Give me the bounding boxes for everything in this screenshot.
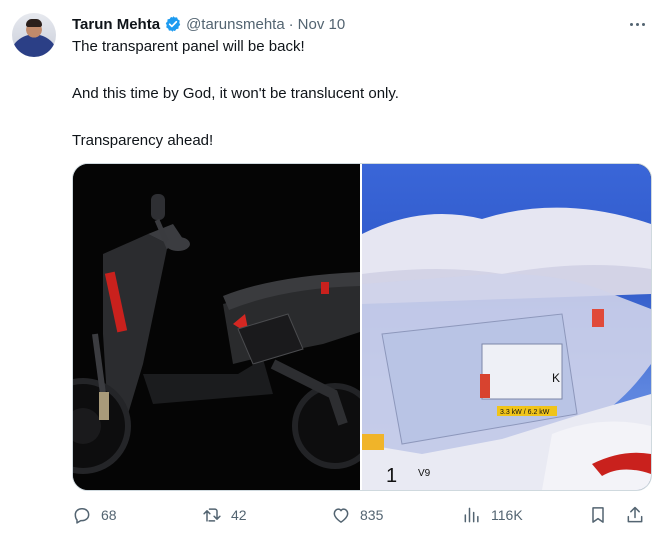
- battery-spec-label: 3.3 kW / 6.2 kW: [500, 409, 550, 416]
- tweet-header: Tarun Mehta @tarunsmehta · Nov 10: [72, 13, 345, 35]
- bookmark-icon: [592, 507, 604, 523]
- like-icon: [333, 508, 349, 523]
- verified-icon: [165, 16, 181, 32]
- action-bar: 68 42 835 116K: [72, 500, 650, 530]
- tweet-paragraph: And this time by God, it won't be transl…: [72, 85, 399, 102]
- tweet-paragraph: The transparent panel will be back!: [72, 38, 305, 55]
- model-label: V9: [418, 468, 431, 479]
- avatar[interactable]: [12, 13, 56, 57]
- tweet-text: The transparent panel will be back! And …: [72, 37, 642, 151]
- repost-count: 42: [231, 507, 247, 523]
- reply-count: 68: [101, 507, 117, 523]
- reply-icon: [74, 508, 90, 524]
- repost-button[interactable]: 42: [202, 500, 247, 530]
- views-count: 116K: [491, 507, 523, 523]
- media-grid: 3.3 kW / 6.2 kW K 1 V9: [72, 163, 652, 491]
- more-icon[interactable]: [625, 14, 649, 34]
- reply-button[interactable]: 68: [72, 500, 117, 530]
- views-icon: [464, 507, 479, 523]
- k-label: K: [552, 371, 560, 385]
- bookmark-button[interactable]: [588, 500, 608, 530]
- share-button[interactable]: [625, 500, 645, 530]
- number-label: 1: [386, 465, 397, 487]
- author-name[interactable]: Tarun Mehta: [72, 16, 160, 33]
- separator: ·: [288, 15, 294, 33]
- scooter-photo[interactable]: [73, 164, 360, 490]
- transparent-panel-photo[interactable]: 3.3 kW / 6.2 kW K 1 V9: [362, 164, 651, 490]
- like-count: 835: [360, 507, 384, 523]
- author-handle[interactable]: @tarunsmehta: [186, 16, 285, 33]
- repost-icon: [203, 508, 221, 522]
- like-button[interactable]: 835: [331, 500, 383, 530]
- tweet-paragraph: Transparency ahead!: [72, 132, 214, 149]
- timestamp[interactable]: Nov 10: [298, 16, 346, 33]
- tweet[interactable]: Tarun Mehta @tarunsmehta · Nov 10 The tr…: [0, 0, 667, 540]
- views-button[interactable]: 116K: [462, 500, 523, 530]
- share-icon: [627, 506, 643, 523]
